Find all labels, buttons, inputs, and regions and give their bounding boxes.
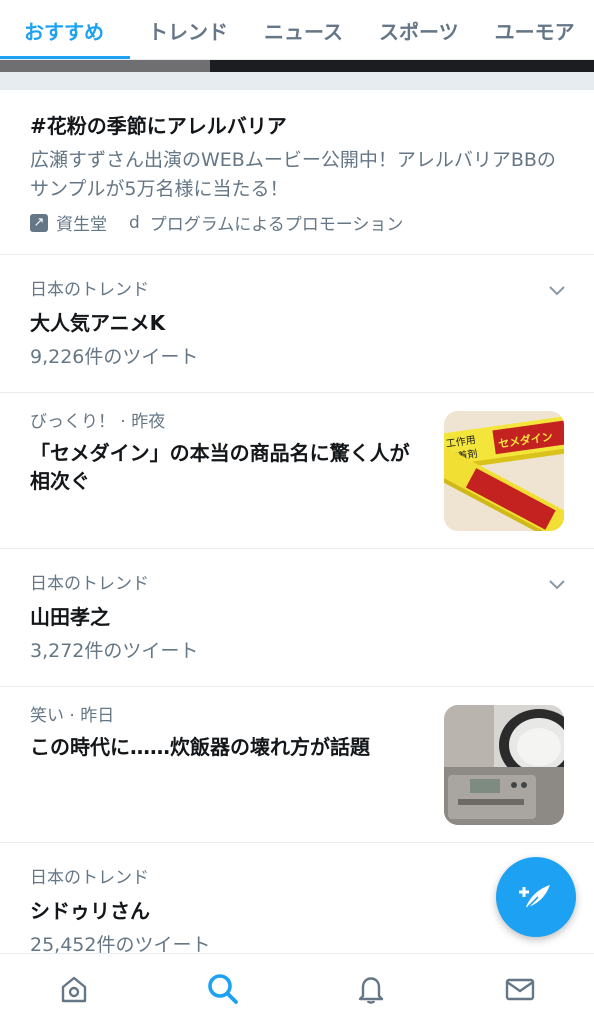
compose-tweet-icon [519, 885, 550, 908]
trend-meta: 日本のトレンド [30, 280, 149, 300]
section-divider [0, 72, 594, 90]
promoted-arrow-icon: ↗ [30, 213, 48, 232]
trend-name: 山田孝之 [30, 605, 110, 629]
nav-search-button[interactable] [193, 959, 253, 1019]
chevron-down-icon[interactable] [548, 579, 566, 591]
tab-news[interactable]: ニュース [246, 0, 361, 59]
messages-icon [505, 978, 534, 1001]
tab-label: ユーモア [494, 19, 575, 44]
news-thumbnail[interactable]: 工作用 接着剤 セメダイン [444, 411, 564, 531]
chevron-down-icon[interactable] [548, 285, 566, 297]
advertiser-name: 資生堂 [56, 215, 107, 235]
tab-trends[interactable]: トレンド [130, 0, 246, 59]
banner-image-strip[interactable] [0, 60, 594, 72]
promoted-trend[interactable]: #花粉の季節にアレルバリア 広瀬すずさん出演のWEBムービー公開中！アレルバリア… [0, 90, 594, 255]
nav-notifications-button[interactable] [341, 959, 401, 1019]
promoted-title: #花粉の季節にアレルバリア [30, 114, 287, 138]
tab-humor[interactable]: ユーモア [477, 0, 593, 59]
trend-item[interactable]: 日本のトレンド 大人気アニメK 9,226件のツイート [0, 255, 594, 393]
promoted-label: プログラムによるプロモーション [149, 215, 404, 235]
d-mark: d [129, 212, 140, 233]
trend-name: シドゥリさん [30, 899, 150, 923]
trend-item[interactable]: 日本のトレンド 山田孝之 3,272件のツイート [0, 549, 594, 687]
news-item[interactable]: 笑い · 昨日 この時代に……炊飯器の壊れ方が話題 [0, 687, 594, 843]
trend-meta: 日本のトレンド [30, 574, 149, 594]
tab-label: トレンド [148, 19, 228, 44]
explore-feed: #花粉の季節にアレルバリア 広瀬すずさん出演のWEBムービー公開中！アレルバリア… [0, 90, 594, 981]
news-item[interactable]: びっくり！ · 昨夜 「セメダイン」の本当の商品名に驚く人が相次ぐ 工作用 接着… [0, 393, 594, 549]
compose-tweet-button[interactable] [496, 857, 576, 937]
tab-sports[interactable]: スポーツ [361, 0, 477, 59]
promoted-body: 広瀬すずさん出演のWEBムービー公開中！アレルバリアBBのサンプルが5万名様に当… [30, 149, 556, 200]
news-title: この時代に……炊飯器の壊れ方が話題 [30, 735, 370, 759]
tab-label: ニュース [264, 19, 343, 44]
promoted-footer: ↗ 資生堂 d プログラムによるプロモーション [30, 210, 564, 235]
news-meta: 笑い · 昨日 [30, 706, 115, 726]
notifications-icon [359, 977, 384, 1004]
bottom-navigation [0, 953, 594, 1024]
tab-label: おすすめ [24, 19, 104, 44]
home-icon [62, 976, 87, 1003]
nav-messages-button[interactable] [490, 959, 550, 1019]
tab-label: スポーツ [379, 19, 459, 44]
explore-tabs: おすすめ トレンド ニュース スポーツ ユーモア [0, 0, 594, 60]
search-icon [207, 974, 238, 1004]
trend-name: 大人気アニメK [30, 311, 166, 335]
news-title: 「セメダイン」の本当の商品名に驚く人が相次ぐ [30, 441, 410, 493]
tab-recommended[interactable]: おすすめ [0, 0, 130, 59]
news-meta: びっくり！ · 昨夜 [30, 412, 166, 432]
trend-tweet-count: 9,226件のツイート [30, 346, 199, 368]
news-thumbnail[interactable] [444, 705, 564, 825]
trend-meta: 日本のトレンド [30, 868, 149, 888]
nav-home-button[interactable] [44, 959, 104, 1019]
trend-tweet-count: 3,272件のツイート [30, 640, 199, 662]
